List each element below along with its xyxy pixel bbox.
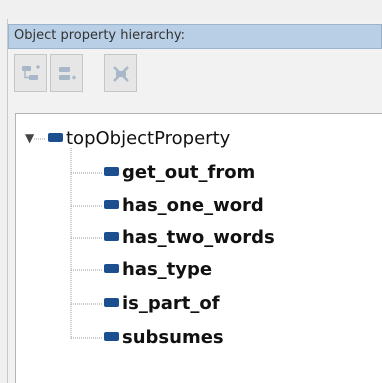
property-icon	[104, 332, 119, 341]
tree-node-label: is_part_of	[122, 293, 220, 314]
property-icon	[104, 167, 119, 176]
property-icon	[48, 133, 63, 142]
property-icon	[104, 264, 119, 273]
tree-node-child[interactable]: has_type	[104, 259, 212, 281]
property-icon	[104, 200, 119, 209]
tree-node-label: get_out_from	[122, 162, 256, 183]
tree-node-child[interactable]: get_out_from	[104, 162, 255, 184]
panel-title-bar: Object property hierarchy:	[8, 24, 382, 49]
add-subproperty-button[interactable]	[14, 54, 47, 92]
tree-node-label: has_two_words	[122, 227, 275, 248]
tree-node-child[interactable]: has_two_words	[104, 227, 275, 249]
tree-node-child[interactable]: is_part_of	[104, 293, 220, 315]
tree-node-child[interactable]: subsumes	[104, 327, 224, 349]
property-tree: ▼ topObjectProperty get_out_from has_one…	[15, 113, 382, 383]
property-icon	[104, 232, 119, 241]
tree-node-label: has_type	[122, 259, 213, 280]
property-icon	[104, 298, 119, 307]
tree-node-label: subsumes	[122, 327, 224, 348]
tree-node-label: has_one_word	[122, 195, 264, 216]
expand-toggle-icon[interactable]: ▼	[25, 132, 34, 144]
tree-node-child[interactable]: has_one_word	[104, 195, 264, 217]
panel-title: Object property hierarchy:	[14, 28, 185, 43]
add-sibling-property-icon	[59, 67, 76, 80]
add-sibling-property-button[interactable]	[50, 54, 83, 92]
tree-node-label: topObjectProperty	[66, 128, 231, 149]
hierarchy-toolbar	[14, 54, 374, 94]
tree-node-root[interactable]: topObjectProperty	[48, 128, 230, 150]
delete-property-button[interactable]	[104, 54, 137, 92]
add-subproperty-icon	[22, 65, 40, 80]
delete-property-icon	[113, 66, 129, 82]
